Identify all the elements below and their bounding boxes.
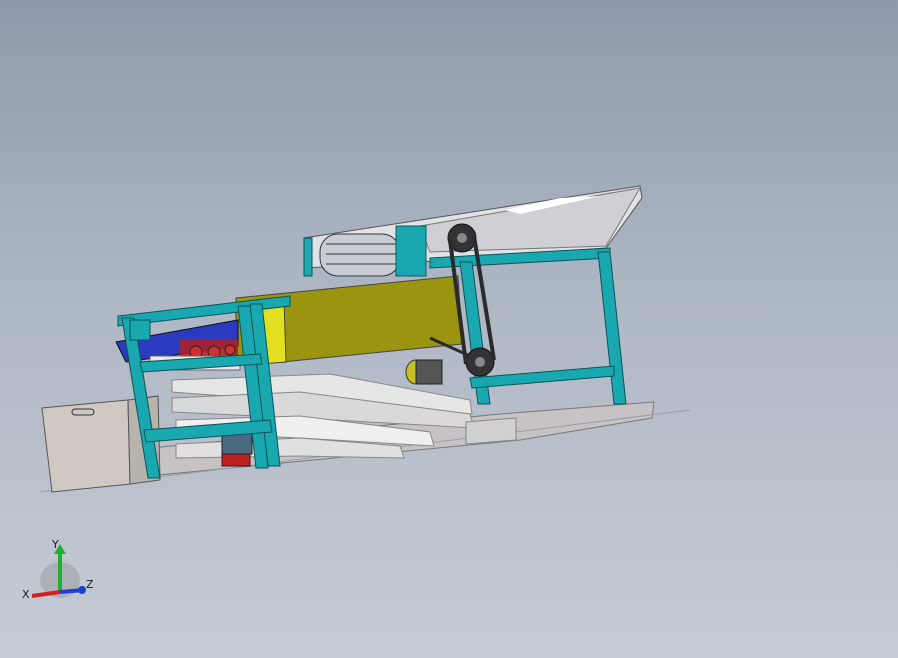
x-axis-label: X — [22, 588, 30, 601]
roller-drum — [319, 233, 401, 277]
orientation-triad: Y X Z — [22, 538, 94, 601]
graphics-viewport[interactable]: Y X Z — [0, 0, 898, 658]
red-coupler — [221, 453, 251, 467]
y-axis-label: Y — [51, 538, 59, 551]
bottom-block — [465, 417, 517, 445]
cad-model[interactable] — [0, 0, 898, 658]
motor[interactable] — [405, 359, 443, 385]
roller-housing — [395, 225, 427, 277]
z-axis-label: Z — [86, 578, 94, 591]
side-box[interactable] — [41, 399, 131, 493]
